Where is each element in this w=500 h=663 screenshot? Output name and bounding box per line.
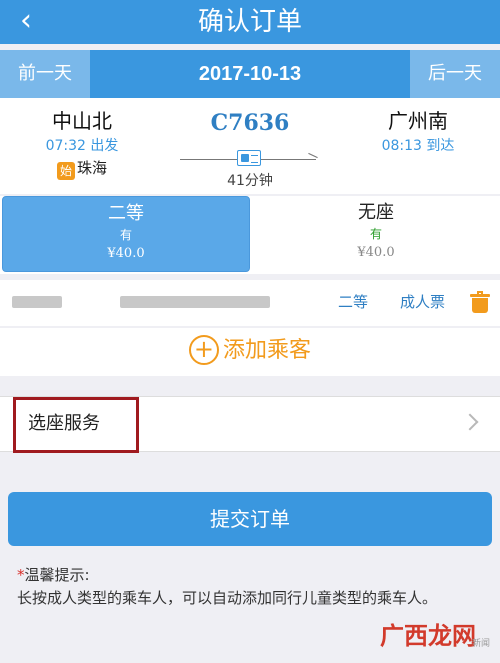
passenger-seat-class[interactable]: 二等: [338, 280, 368, 324]
tip-section: *温馨提示: 长按成人类型的乘车人，可以自动添加同行儿童类型的乘车人。: [17, 565, 487, 609]
chevron-right-icon: [461, 413, 479, 431]
timetable-icon[interactable]: [237, 150, 261, 166]
origin-station-name: 珠海: [76, 159, 107, 177]
redacted-id: [120, 296, 270, 308]
submit-order-button[interactable]: 提交订单: [8, 492, 492, 546]
trip-duration: 41分钟: [227, 173, 273, 189]
seat-name: 二等: [108, 203, 144, 224]
departure-station-name: 中山北: [52, 109, 112, 133]
seat-price: ¥40.0: [357, 245, 395, 260]
back-button[interactable]: ‹: [6, 0, 46, 44]
passenger-ticket-type[interactable]: 成人票: [400, 280, 445, 324]
passenger-row[interactable]: 二等 成人票: [0, 280, 500, 326]
seat-service-row[interactable]: 选座服务: [0, 396, 500, 453]
seat-options: 二等 有 ¥40.0 无座 有 ¥40.0: [0, 196, 500, 274]
tip-text: 长按成人类型的乘车人，可以自动添加同行儿童类型的乘车人。: [17, 589, 438, 607]
plus-circle-icon: +: [188, 335, 219, 365]
train-number[interactable]: C7636: [190, 110, 310, 136]
arrival-station-name: 广州南: [388, 109, 448, 133]
seat-option-no-seat[interactable]: 无座 有 ¥40.0: [252, 196, 500, 272]
watermark-text: 广西龙网: [380, 622, 476, 650]
arrow-icon: [308, 152, 318, 159]
header-bar: ‹ 确认订单: [0, 0, 500, 44]
redacted-name: [12, 296, 62, 308]
trash-icon[interactable]: [470, 291, 490, 313]
seat-availability: 有: [119, 228, 132, 242]
page-title: 确认订单: [197, 7, 302, 37]
date-bar: 前一天 2017-10-13 后一天: [0, 50, 500, 98]
add-passenger-label: 添加乘客: [222, 338, 311, 363]
travel-date: 2017-10-13: [198, 63, 302, 85]
tip-title: 温馨提示:: [24, 566, 90, 584]
departure-station: 中山北 07:32 出发 始珠海: [12, 108, 152, 180]
origin-station: 始珠海: [12, 158, 152, 180]
seat-option-second-class[interactable]: 二等 有 ¥40.0: [2, 196, 250, 272]
train-info-panel: 中山北 07:32 出发 始珠海 C7636 41分钟 广州南 08:13 到达: [0, 98, 500, 194]
arrival-station: 广州南 08:13 到达: [348, 108, 488, 156]
prev-day-button[interactable]: 前一天: [0, 50, 90, 98]
seat-service-label: 选座服务: [28, 413, 100, 434]
chevron-left-icon: ‹: [20, 3, 32, 38]
watermark-logo: 广西龙网 新闻: [380, 620, 495, 656]
highlight-box: 选座服务: [13, 397, 139, 453]
tip-star: *: [17, 566, 25, 584]
origin-badge: 始: [56, 162, 75, 180]
departure-time: 07:32 出发: [45, 138, 119, 154]
next-day-button[interactable]: 后一天: [410, 50, 500, 98]
add-passenger-button[interactable]: + 添加乘客: [0, 328, 500, 376]
seat-price: ¥40.0: [107, 246, 145, 261]
route-line: [180, 150, 320, 166]
seat-name: 无座: [358, 202, 394, 223]
arrival-time: 08:13 到达: [381, 138, 455, 154]
seat-availability: 有: [369, 227, 382, 241]
watermark-small: 新闻: [472, 639, 491, 649]
